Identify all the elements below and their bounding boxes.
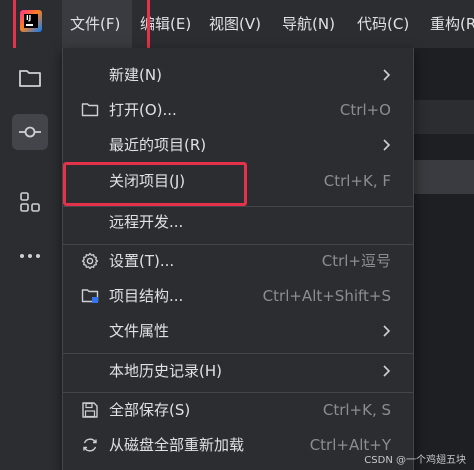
- menu-item-local-history[interactable]: 本地历史记录(H): [69, 354, 409, 388]
- structure-icon[interactable]: [12, 184, 48, 220]
- intellij-logo-icon[interactable]: IJ: [20, 10, 42, 32]
- menu-item-save-all[interactable]: 全部保存(S) Ctrl+K, S: [69, 393, 409, 427]
- menu-refactor[interactable]: 重构(R): [430, 0, 474, 48]
- left-tool-strip: [0, 48, 62, 470]
- menu-code[interactable]: 代码(C): [357, 0, 409, 48]
- menu-item-reload-all-from-disk[interactable]: 从磁盘全部重新加载 Ctrl+Alt+Y: [69, 428, 409, 462]
- chevron-right-icon: [383, 139, 391, 151]
- logo-text: IJ: [26, 14, 32, 22]
- menu-item-settings[interactable]: 设置(T)... Ctrl+逗号: [69, 244, 409, 278]
- file-menu-dropdown: 新建(N) 打开(O)... Ctrl+O 最近的项目(R) 关闭项目(J) C…: [62, 48, 414, 470]
- menu-item-project-structure[interactable]: 项目结构... Ctrl+Alt+Shift+S: [69, 279, 409, 313]
- editor-highlight-row: [414, 160, 474, 194]
- menu-view[interactable]: 视图(V): [209, 0, 261, 48]
- folder-icon: [81, 103, 99, 117]
- main-menu-bar: IJ 文件(F) 编辑(E) 视图(V) 导航(N) 代码(C) 重构(R): [0, 0, 474, 48]
- editor-tab-bar: [414, 100, 474, 134]
- chevron-right-icon: [383, 365, 391, 377]
- watermark: CSDN @一个鸡翅五块: [364, 455, 466, 466]
- commit-icon[interactable]: [12, 114, 48, 150]
- gear-icon: [81, 252, 99, 270]
- menu-file[interactable]: 文件(F): [62, 0, 132, 48]
- menu-item-new[interactable]: 新建(N): [69, 58, 409, 92]
- menu-item-remote-development[interactable]: 远程开发...: [69, 205, 409, 239]
- project-folder-icon[interactable]: [12, 60, 48, 96]
- menu-item-recent-projects[interactable]: 最近的项目(R): [69, 128, 409, 162]
- menu-item-close-project[interactable]: 关闭项目(J) Ctrl+K, F: [69, 164, 409, 198]
- editor-background: [414, 48, 474, 470]
- project-structure-icon: [81, 289, 99, 303]
- more-tools-icon[interactable]: [12, 238, 48, 274]
- refresh-icon: [83, 438, 97, 452]
- chevron-right-icon: [383, 325, 391, 337]
- save-icon: [82, 402, 98, 418]
- menu-item-open[interactable]: 打开(O)... Ctrl+O: [69, 93, 409, 127]
- ide-window: IJ 文件(F) 编辑(E) 视图(V) 导航(N) 代码(C) 重构(R): [0, 0, 474, 470]
- menu-edit[interactable]: 编辑(E): [140, 0, 191, 48]
- menu-item-file-properties[interactable]: 文件属性: [69, 314, 409, 348]
- menu-navigate[interactable]: 导航(N): [282, 0, 335, 48]
- chevron-right-icon: [383, 69, 391, 81]
